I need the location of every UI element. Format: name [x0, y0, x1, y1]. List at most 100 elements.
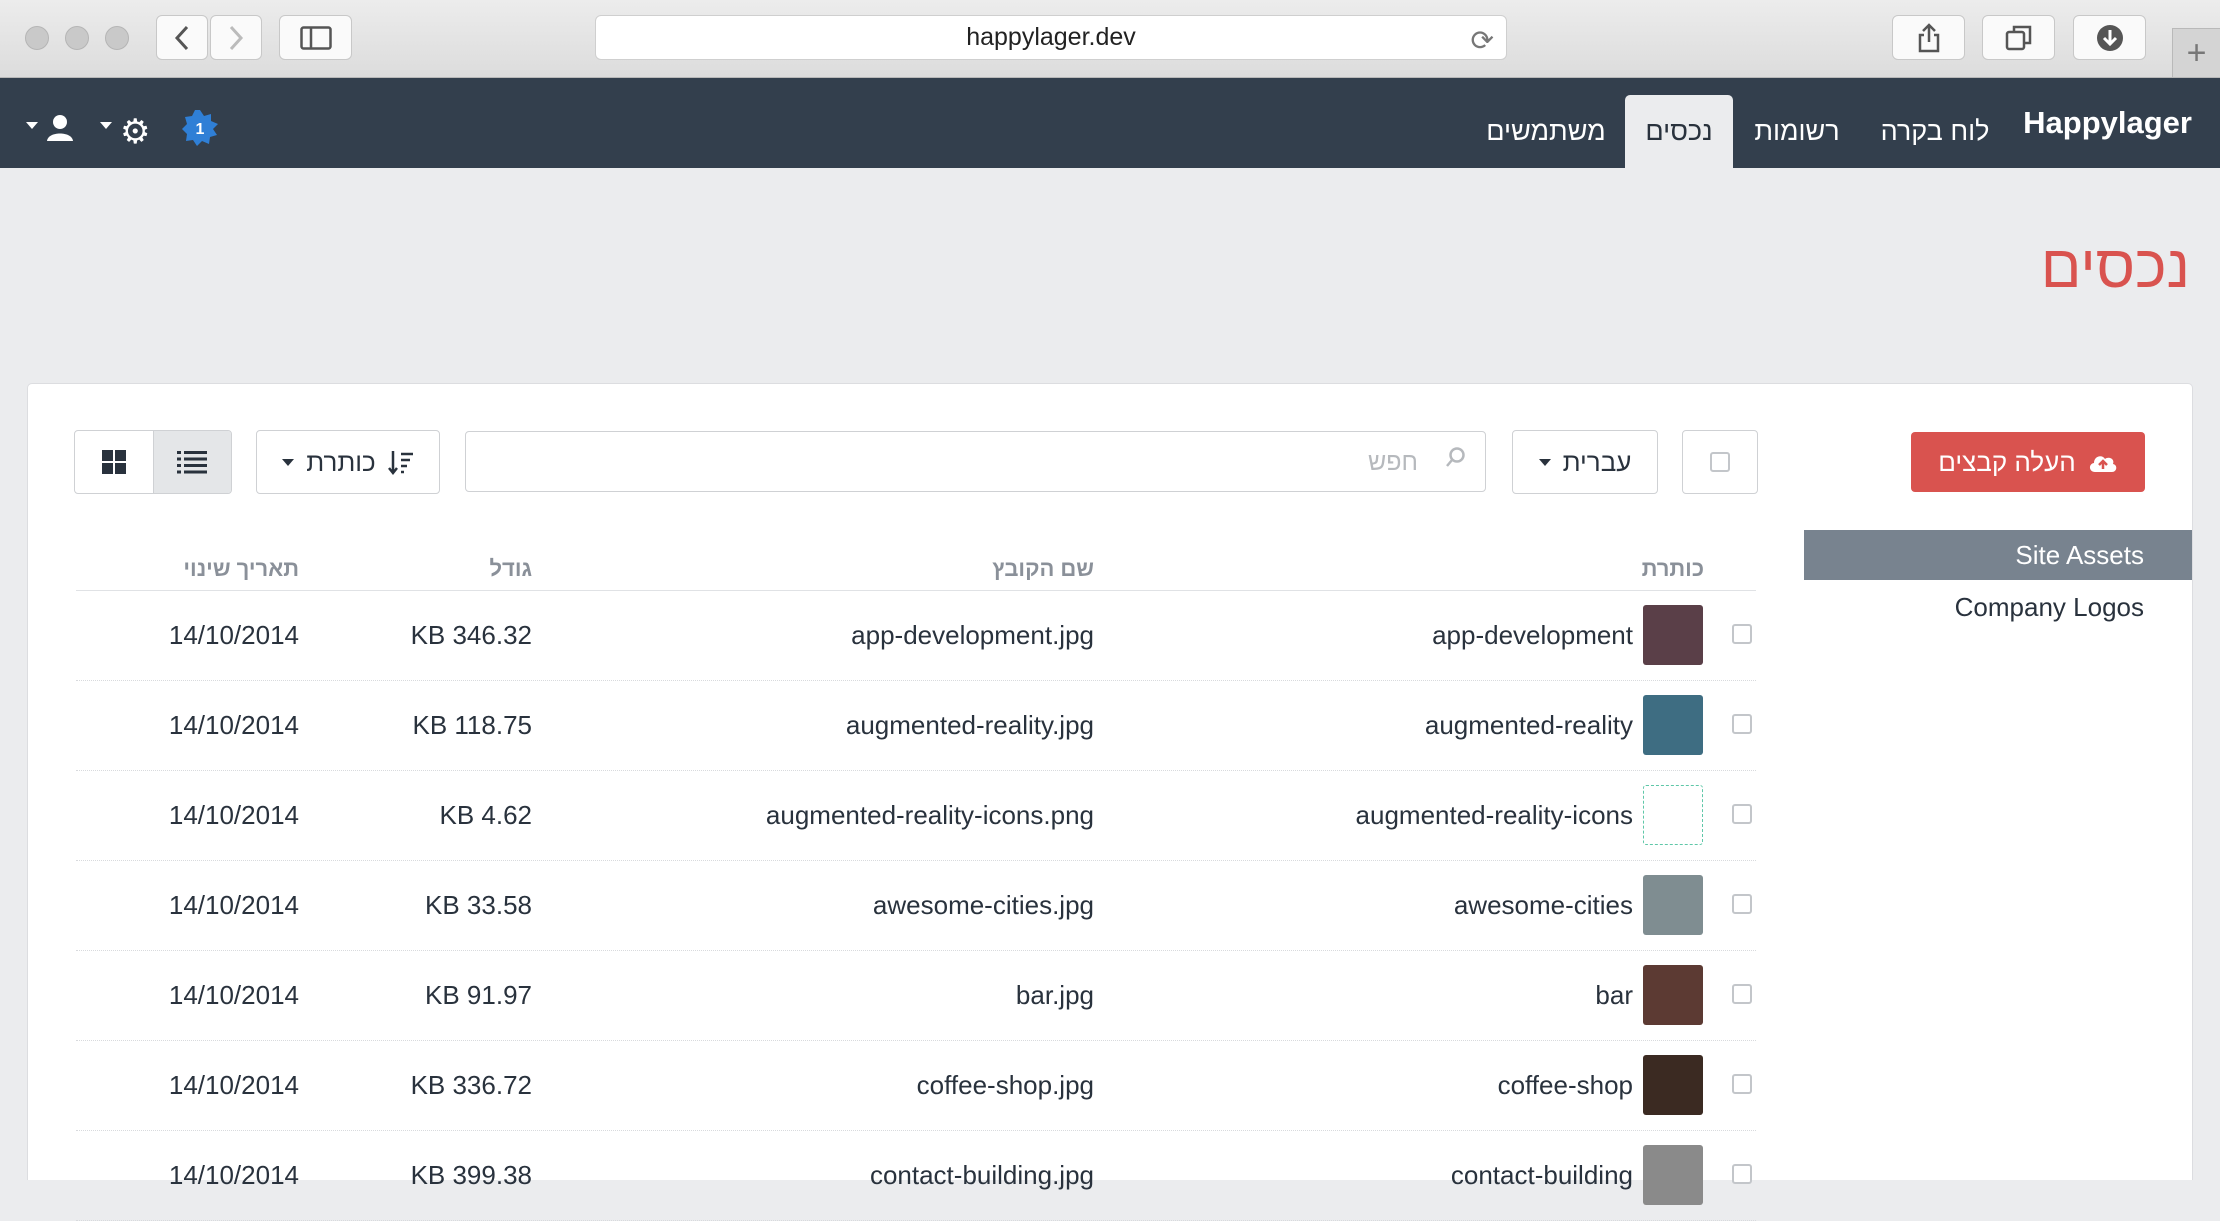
- update-badge-icon[interactable]: 1: [182, 110, 218, 146]
- url-text: happylager.dev: [966, 23, 1136, 51]
- select-all-checkbox[interactable]: [1710, 452, 1730, 472]
- asset-filename: augmented-reality-icons.png: [765, 799, 1094, 830]
- asset-date: 14/10/2014: [168, 979, 299, 1010]
- grid-icon: [101, 450, 126, 474]
- chevron-left-icon: [174, 25, 189, 50]
- asset-date: 14/10/2014: [168, 1069, 299, 1100]
- row-checkbox[interactable]: [1732, 894, 1752, 914]
- nav-entries[interactable]: רשומות: [1740, 95, 1854, 168]
- browser-toolbar: happylager.dev ⟳ +: [0, 0, 2220, 78]
- table-row[interactable]: awesome-cities awesome-cities.jpg KB 33.58…: [0, 860, 2220, 950]
- list-view-button[interactable]: [152, 431, 231, 493]
- column-header-date[interactable]: תאריך שינוי: [183, 556, 299, 582]
- column-header-size[interactable]: גודל: [489, 556, 532, 582]
- row-checkbox[interactable]: [1732, 984, 1752, 1004]
- nav-users[interactable]: משתמשים: [1476, 95, 1616, 168]
- asset-filename: augmented-reality.jpg: [845, 709, 1094, 740]
- column-header-filename[interactable]: שם הקובץ: [992, 556, 1094, 582]
- row-checkbox[interactable]: [1732, 1164, 1752, 1184]
- share-icon: [1918, 22, 1939, 52]
- asset-title[interactable]: contact-building: [1451, 1130, 1633, 1220]
- asset-filename: bar.jpg: [1015, 979, 1094, 1010]
- search-input[interactable]: [476, 432, 1420, 493]
- tabs-icon: [2005, 25, 2031, 50]
- source-site-assets[interactable]: Site Assets: [1804, 530, 2192, 580]
- view-mode-toggle: [74, 430, 232, 494]
- download-icon: [2096, 24, 2123, 51]
- asset-thumbnail: [1643, 605, 1703, 665]
- tabs-overview-button[interactable]: [1982, 15, 2055, 60]
- column-header-title[interactable]: כותרת: [1642, 556, 1704, 582]
- asset-title[interactable]: bar: [1595, 950, 1633, 1040]
- asset-size: KB 91.97: [425, 979, 532, 1010]
- asset-thumbnail: [1643, 785, 1703, 845]
- asset-size: KB 346.32: [410, 619, 532, 650]
- asset-date: 14/10/2014: [168, 709, 299, 740]
- nav-dashboard[interactable]: לוח בקרה: [1862, 95, 2008, 168]
- plus-icon: +: [2186, 33, 2207, 72]
- forward-button[interactable]: [210, 15, 262, 60]
- zoom-window-button[interactable]: [105, 26, 129, 50]
- table-row[interactable]: app-development app-development.jpg KB 346…: [0, 590, 2220, 680]
- downloads-button[interactable]: [2073, 15, 2146, 60]
- asset-thumbnail: [1643, 875, 1703, 935]
- sort-label: כותרת: [306, 446, 376, 477]
- row-checkbox[interactable]: [1732, 804, 1752, 824]
- badge-count: 1: [196, 121, 205, 138]
- row-checkbox[interactable]: [1732, 714, 1752, 734]
- asset-date: 14/10/2014: [168, 889, 299, 920]
- settings-gear-icon[interactable]: ⚙: [120, 112, 150, 152]
- asset-date: 14/10/2014: [168, 1159, 299, 1190]
- caret-down-icon: [1538, 458, 1551, 466]
- asset-thumbnail: [1643, 1055, 1703, 1115]
- nav-assets[interactable]: נכסים: [1625, 95, 1733, 168]
- grid-view-button[interactable]: [75, 431, 153, 493]
- asset-title[interactable]: coffee-shop: [1498, 1040, 1633, 1130]
- cloud-upload-icon: [2089, 456, 2117, 472]
- back-button[interactable]: [156, 15, 208, 60]
- search-box[interactable]: [465, 431, 1486, 493]
- sidebar-toggle-button[interactable]: [279, 15, 352, 60]
- asset-date: 14/10/2014: [168, 619, 299, 650]
- address-bar[interactable]: happylager.dev ⟳: [595, 15, 1507, 60]
- user-account-icon[interactable]: [45, 113, 75, 143]
- minimize-window-button[interactable]: [65, 26, 89, 50]
- asset-title[interactable]: augmented-reality-icons: [1356, 770, 1633, 860]
- table-row[interactable]: augmented-reality-icons augmented-reality…: [0, 770, 2220, 860]
- chevron-right-icon: [229, 25, 244, 50]
- new-tab-button[interactable]: +: [2172, 28, 2220, 77]
- table-row[interactable]: contact-building contact-building.jpg KB 3…: [0, 1130, 2220, 1220]
- asset-size: KB 33.58: [425, 889, 532, 920]
- table-row[interactable]: bar bar.jpg KB 91.97 14/10/2014: [0, 950, 2220, 1040]
- table-row[interactable]: coffee-shop coffee-shop.jpg KB 336.72 14/10…: [0, 1040, 2220, 1130]
- asset-size: KB 399.38: [410, 1159, 532, 1190]
- page-title: נכסים: [2040, 233, 2190, 300]
- site-name[interactable]: Happylager: [2023, 105, 2192, 141]
- asset-thumbnail: [1643, 695, 1703, 755]
- sort-dropdown[interactable]: כותרת: [256, 430, 440, 494]
- asset-date: 14/10/2014: [168, 799, 299, 830]
- asset-size: KB 118.75: [412, 709, 532, 740]
- settings-caret-icon[interactable]: [100, 122, 112, 129]
- select-all-button[interactable]: [1682, 430, 1758, 494]
- close-window-button[interactable]: [25, 26, 49, 50]
- asset-title[interactable]: augmented-reality: [1425, 680, 1633, 770]
- reload-icon[interactable]: ⟳: [1471, 24, 1494, 57]
- row-checkbox[interactable]: [1732, 624, 1752, 644]
- share-button[interactable]: [1892, 15, 1965, 60]
- asset-filename: awesome-cities.jpg: [872, 889, 1094, 920]
- locale-dropdown[interactable]: עברית: [1512, 430, 1658, 494]
- row-checkbox[interactable]: [1732, 1074, 1752, 1094]
- table-row[interactable]: augmented-reality augmented-reality.jpg KB…: [0, 680, 2220, 770]
- asset-filename: contact-building.jpg: [869, 1159, 1094, 1190]
- asset-title[interactable]: app-development: [1432, 590, 1633, 680]
- asset-thumbnail: [1643, 1145, 1703, 1205]
- user-caret-icon[interactable]: [26, 122, 38, 129]
- upload-files-button[interactable]: העלה קבצים: [1911, 432, 2145, 492]
- asset-filename: coffee-shop.jpg: [916, 1069, 1094, 1100]
- asset-title[interactable]: awesome-cities: [1454, 860, 1633, 950]
- asset-size: KB 336.72: [410, 1069, 532, 1100]
- asset-thumbnail: [1643, 965, 1703, 1025]
- asset-filename: app-development.jpg: [851, 619, 1094, 650]
- locale-label: עברית: [1562, 446, 1632, 477]
